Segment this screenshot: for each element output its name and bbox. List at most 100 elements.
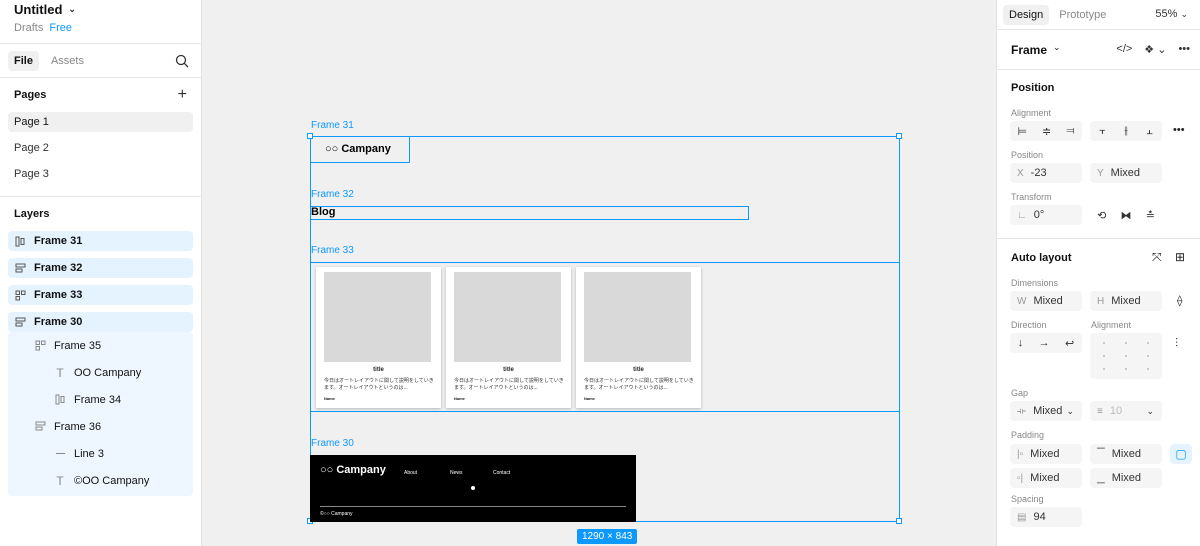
layer-child[interactable]: Frame 35 <box>8 332 193 359</box>
layer-child[interactable]: Frame 36 <box>8 413 193 440</box>
alignment-grid[interactable] <box>1090 333 1162 379</box>
code-icon[interactable]: </> <box>1116 43 1132 56</box>
padding-bottom-input[interactable]: ▁ Mixed <box>1090 468 1162 488</box>
search-icon[interactable] <box>175 54 189 68</box>
spacing-icon: ▤ <box>1017 511 1027 523</box>
layer-name: Frame 34 <box>74 393 122 406</box>
gap-input[interactable]: ⟛ Mixed ⌄ <box>1010 401 1082 421</box>
height-input[interactable]: H Mixed <box>1090 291 1162 311</box>
blog-card[interactable]: title 今日はオートレイアウトに関して説明をしていきます。オートレイアウトと… <box>576 267 701 408</box>
page-item-1[interactable]: Page 1 <box>8 112 193 132</box>
document-header: Untitled ⌄ Drafts Free <box>0 0 201 44</box>
drafts-link[interactable]: Drafts <box>14 22 43 34</box>
layer-item[interactable]: Frame 30 <box>8 312 193 332</box>
resize-handle[interactable] <box>896 133 902 139</box>
tab-assets[interactable]: Assets <box>45 51 90 71</box>
layer-child[interactable]: T OO Campany <box>8 359 193 386</box>
file-location: Drafts Free <box>14 22 187 34</box>
layer-item[interactable]: Frame 33 <box>8 285 193 305</box>
padding-left-input[interactable]: |▫ Mixed <box>1010 444 1082 464</box>
y-input[interactable]: Y Mixed <box>1090 163 1162 183</box>
rotation-input[interactable]: ∟ 0° <box>1010 205 1082 225</box>
layer-item[interactable]: Frame 31 <box>8 231 193 251</box>
layer-child[interactable]: Frame 34 <box>8 386 193 413</box>
padding-top-input[interactable]: ▔ Mixed <box>1090 444 1162 464</box>
layer-child[interactable]: T ©OO Campany <box>8 467 193 494</box>
gap-secondary-icon: ≡ <box>1097 405 1103 417</box>
page-item-2[interactable]: Page 2 <box>8 138 193 158</box>
pad-top-value: Mixed <box>1111 448 1142 460</box>
blog-card[interactable]: title 今日はオートレイアウトに関して説明をしていきます。オートレイアウトと… <box>316 267 441 408</box>
flip-vertical-icon[interactable]: ≛ <box>1146 209 1155 222</box>
h-prefix: H <box>1097 295 1105 307</box>
arrow-right-icon[interactable]: → <box>1039 337 1050 349</box>
chevron-down-icon: ⌄ <box>1066 405 1074 416</box>
position-label: Position <box>1011 150 1044 160</box>
blog-card[interactable]: title 今日はオートレイアウトに関して説明をしていきます。オートレイアウトと… <box>446 267 571 408</box>
card-description: 今日はオートレイアウトに関して説明をしていきます。オートレイアウトというのは..… <box>454 378 564 391</box>
zoom-level[interactable]: 55% ⌄ <box>1155 8 1188 20</box>
layer-name: Frame 30 <box>34 316 83 328</box>
pad-left-value: Mixed <box>1030 448 1060 460</box>
frame-label-31[interactable]: Frame 31 <box>311 120 354 131</box>
chevron-down-icon: ⌄ <box>1180 9 1188 19</box>
wrap-icon[interactable]: ↩ <box>1065 337 1074 350</box>
canvas[interactable]: Frame 31 ○○ Campany Frame 32 Blog Frame … <box>202 0 996 546</box>
page-item-3[interactable]: Page 3 <box>8 164 193 184</box>
card-description: 今日はオートレイアウトに関して説明をしていきます。オートレイアウトというのは..… <box>584 378 694 391</box>
flip-horizontal-icon[interactable]: ⧓ <box>1121 209 1132 222</box>
individual-padding-icon[interactable]: ▢ <box>1170 444 1192 464</box>
align-left-icon[interactable]: ⊨ <box>1017 125 1027 138</box>
spacing-input[interactable]: ▤ 94 <box>1010 507 1082 527</box>
more-icon[interactable]: ••• <box>1178 43 1190 56</box>
layer-child[interactable]: Line 3 <box>8 440 193 467</box>
padding-right-input[interactable]: ▫| Mixed <box>1010 468 1082 488</box>
tab-prototype[interactable]: Prototype <box>1053 5 1112 25</box>
autolayout-options-icon[interactable]: ⊞ <box>1175 250 1185 264</box>
resize-handle[interactable] <box>896 518 902 524</box>
align-bottom-icon[interactable]: ⫠ <box>1146 125 1153 138</box>
x-prefix: X <box>1017 167 1024 179</box>
component-icon[interactable]: ❖ ⌄ <box>1144 43 1166 56</box>
left-tabs: File Assets <box>0 44 201 78</box>
tab-file[interactable]: File <box>8 50 39 71</box>
align-top-icon[interactable]: ⫟ <box>1099 125 1106 138</box>
card-title: title <box>373 367 384 373</box>
w-value: Mixed <box>1033 295 1063 307</box>
y-value: Mixed <box>1110 167 1141 179</box>
arrow-down-icon[interactable]: ↓ <box>1018 337 1024 349</box>
card-description: 今日はオートレイアウトに関して説明をしていきます。オートレイアウトというのは..… <box>324 378 434 391</box>
collapse-icon[interactable]: ⤧ <box>1152 250 1162 265</box>
x-input[interactable]: X -23 <box>1010 163 1082 183</box>
tab-design[interactable]: Design <box>1003 4 1050 25</box>
constrain-proportions-icon[interactable]: ⟠ <box>1177 294 1182 307</box>
gap2-value: 10 <box>1109 405 1123 417</box>
frame-label-33[interactable]: Frame 33 <box>311 245 354 256</box>
x-value: -23 <box>1030 167 1047 179</box>
frame-label-30[interactable]: Frame 30 <box>311 438 354 449</box>
frame-actions: </> ❖ ⌄ ••• <box>1116 43 1190 56</box>
resize-handle[interactable] <box>307 133 313 139</box>
align-center-v-icon[interactable]: ⫲ <box>1124 125 1128 138</box>
file-title-menu[interactable]: Untitled ⌄ <box>14 0 187 17</box>
footer-frame[interactable]: ○○ Campany About News Contact ©○○ Campan… <box>310 455 636 522</box>
chevron-down-icon[interactable]: ⌄ <box>1053 42 1061 53</box>
horizontal-align-group: ⊨ ≑ ⫤ <box>1010 121 1082 141</box>
width-input[interactable]: W Mixed <box>1010 291 1082 311</box>
plan-badge[interactable]: Free <box>49 22 72 34</box>
gap-secondary-input[interactable]: ≡ 10 ⌄ <box>1090 401 1162 421</box>
direction-group: ↓ → ↩ <box>1010 333 1082 353</box>
right-tabs: Design Prototype 55% ⌄ <box>997 0 1200 30</box>
align-center-h-icon[interactable]: ≑ <box>1042 125 1051 138</box>
card-image <box>324 272 431 362</box>
more-icon[interactable]: ••• <box>1173 124 1185 136</box>
layer-item[interactable]: Frame 32 <box>8 258 193 278</box>
grid-layout-icon <box>34 340 46 352</box>
frame-type-label[interactable]: Frame <box>1011 43 1047 57</box>
add-page-icon[interactable]: + <box>178 86 187 104</box>
layer-children: Frame 35 T OO Campany Frame 34 Frame 36 … <box>8 332 193 496</box>
pages-list: Page 1 Page 2 Page 3 <box>0 112 201 197</box>
rotate-icon[interactable]: ⟲ <box>1097 209 1106 222</box>
alignment-settings-icon[interactable]: ⫶ <box>1175 336 1178 351</box>
align-right-icon[interactable]: ⫤ <box>1066 125 1074 138</box>
